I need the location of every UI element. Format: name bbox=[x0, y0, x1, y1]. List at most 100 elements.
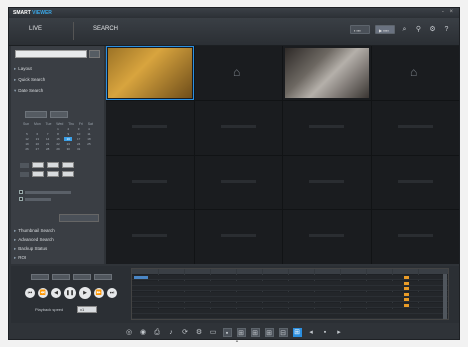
end-second-field[interactable] bbox=[62, 171, 74, 177]
end-minute-field[interactable] bbox=[47, 171, 59, 177]
tab-live[interactable]: LIVE bbox=[29, 26, 42, 32]
calendar-day[interactable]: 18 bbox=[85, 137, 93, 141]
device-select-button[interactable] bbox=[89, 50, 100, 58]
timeline-channel-row[interactable] bbox=[132, 275, 448, 280]
timeline-channel-row[interactable] bbox=[132, 286, 448, 292]
calendar-day[interactable]: 15 bbox=[54, 137, 62, 141]
frame-back-button[interactable] bbox=[31, 274, 49, 280]
calendar-day[interactable]: 31 bbox=[75, 147, 83, 151]
rewind-icon[interactable]: ⏪ bbox=[38, 288, 48, 298]
start-second-field[interactable] bbox=[62, 162, 74, 168]
checkbox[interactable] bbox=[19, 197, 23, 201]
timeline-channel-row[interactable] bbox=[132, 291, 448, 297]
calendar-day[interactable]: 6 bbox=[33, 132, 41, 136]
calendar-day[interactable]: 10 bbox=[75, 132, 83, 136]
video-tile[interactable] bbox=[283, 46, 371, 100]
calendar-day[interactable]: 17 bbox=[75, 137, 83, 141]
calendar-day[interactable]: 14 bbox=[44, 137, 52, 141]
section-advanced-search[interactable]: ▸ Advanced Search bbox=[14, 237, 101, 245]
timeline-channel-row[interactable] bbox=[132, 280, 448, 286]
collapse-panel-icon[interactable]: ▲ bbox=[235, 338, 239, 343]
timeline-channel-row[interactable] bbox=[132, 297, 448, 303]
video-tile[interactable] bbox=[371, 100, 459, 155]
pause-icon[interactable]: ❚❚ bbox=[64, 287, 76, 299]
calendar-day[interactable]: 27 bbox=[33, 147, 41, 151]
section-backup-status[interactable]: ▸ Backup Status bbox=[14, 246, 101, 254]
split-16-icon[interactable]: ⊞ bbox=[264, 328, 274, 337]
video-tile[interactable] bbox=[106, 100, 194, 155]
calendar-day[interactable]: 25 bbox=[85, 142, 93, 146]
split-4-icon[interactable]: ⊞ bbox=[236, 328, 246, 337]
section-layout[interactable]: ▸ Layout bbox=[14, 66, 101, 74]
refresh-icon[interactable]: ⟳ bbox=[181, 328, 190, 337]
video-tile[interactable] bbox=[283, 100, 371, 155]
split-9-icon[interactable]: ⊞ bbox=[250, 328, 260, 337]
reverse-play-icon[interactable]: ◀ bbox=[51, 288, 61, 298]
gear-icon[interactable]: ⚙ bbox=[428, 25, 437, 34]
split-custom-icon[interactable]: ⊟ bbox=[278, 328, 288, 337]
search-icon[interactable]: ⚲ bbox=[414, 25, 423, 34]
calendar-day[interactable]: 4 bbox=[85, 127, 93, 131]
audio-icon[interactable]: ♪ bbox=[167, 328, 176, 337]
zoom-icon[interactable]: ⌕ bbox=[400, 25, 409, 34]
timeline-channel-row[interactable] bbox=[132, 314, 448, 320]
skip-start-icon[interactable]: ⏮ bbox=[25, 288, 35, 298]
video-tile[interactable] bbox=[194, 100, 282, 155]
timeline[interactable] bbox=[131, 268, 449, 320]
video-tile[interactable] bbox=[283, 155, 371, 210]
record-icon[interactable]: ◉ bbox=[139, 328, 148, 337]
video-tile[interactable] bbox=[371, 210, 459, 264]
search-button[interactable] bbox=[59, 214, 99, 222]
fit-icon[interactable]: ▭ bbox=[209, 328, 218, 337]
settings-icon[interactable]: ⚙ bbox=[195, 328, 204, 337]
calendar-day[interactable]: 11 bbox=[85, 132, 93, 136]
step-forward-button[interactable] bbox=[73, 274, 91, 280]
calendar-day[interactable]: 21 bbox=[44, 142, 52, 146]
video-tile[interactable]: ⌂ bbox=[371, 46, 459, 100]
previous-page-icon[interactable]: ◂ bbox=[307, 328, 316, 337]
print-icon[interactable]: ⎙ bbox=[153, 328, 162, 337]
video-tile[interactable]: ⌂ bbox=[194, 46, 282, 100]
month-select[interactable] bbox=[50, 111, 68, 118]
video-tile[interactable] bbox=[106, 210, 194, 264]
year-select[interactable] bbox=[25, 111, 47, 118]
calendar-day[interactable]: 24 bbox=[75, 142, 83, 146]
video-tile[interactable] bbox=[283, 210, 371, 264]
end-hour-field[interactable] bbox=[32, 171, 44, 177]
section-thumbnail-search[interactable]: ▸ Thumbnail Search bbox=[14, 228, 101, 236]
calendar-day[interactable]: 12 bbox=[23, 137, 31, 141]
frame-forward-button[interactable] bbox=[94, 274, 112, 280]
calendar-day[interactable]: 23 bbox=[64, 142, 72, 146]
next-page-icon[interactable]: ▸ bbox=[335, 328, 344, 337]
calendar-day[interactable]: 19 bbox=[23, 142, 31, 146]
calendar-day[interactable]: 8 bbox=[54, 132, 62, 136]
timeline-scrollbar[interactable] bbox=[443, 274, 447, 319]
timeline-channel-row[interactable] bbox=[132, 303, 448, 308]
grid-icon[interactable]: ⊞ bbox=[292, 328, 302, 337]
video-tile[interactable] bbox=[106, 46, 194, 100]
calendar-day[interactable]: 26 bbox=[23, 147, 31, 151]
calendar-day[interactable]: 28 bbox=[44, 147, 52, 151]
calendar-day[interactable]: 3 bbox=[75, 127, 83, 131]
option-row[interactable] bbox=[19, 197, 71, 201]
video-tile[interactable] bbox=[194, 155, 282, 210]
checkbox[interactable] bbox=[19, 190, 23, 194]
calendar-day[interactable]: 5 bbox=[23, 132, 31, 136]
section-quick-search[interactable]: ▸ Quick Search bbox=[14, 77, 101, 85]
calendar-day[interactable]: 29 bbox=[54, 147, 62, 151]
option-row[interactable] bbox=[19, 190, 71, 194]
calendar-day[interactable]: 9 bbox=[64, 132, 72, 136]
calendar-day[interactable]: 22 bbox=[54, 142, 62, 146]
device-select[interactable] bbox=[15, 50, 87, 58]
start-hour-field[interactable] bbox=[32, 162, 44, 168]
step-back-button[interactable] bbox=[52, 274, 70, 280]
calendar-day[interactable]: 20 bbox=[33, 142, 41, 146]
video-tile[interactable] bbox=[194, 210, 282, 264]
tab-search[interactable]: SEARCH bbox=[93, 26, 118, 32]
play-mode-button[interactable]: ▶ ▪▪▪▪ bbox=[375, 25, 395, 34]
video-tile[interactable] bbox=[106, 155, 194, 210]
calendar-day[interactable]: 16 bbox=[64, 137, 73, 141]
calendar-day[interactable]: 7 bbox=[44, 132, 52, 136]
split-1-icon[interactable]: ▪ bbox=[222, 328, 232, 337]
skip-end-icon[interactable]: ⏭ bbox=[107, 288, 117, 298]
